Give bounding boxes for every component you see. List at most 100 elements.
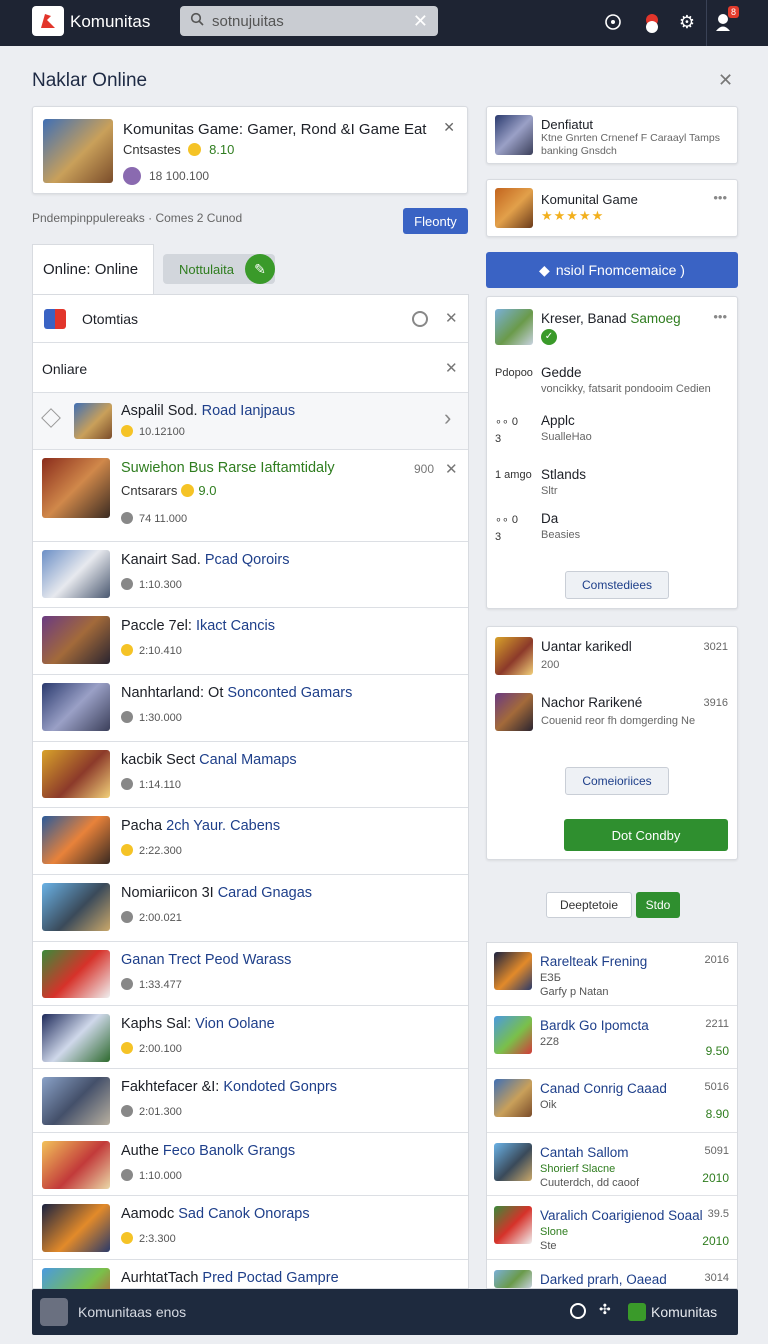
more-icon[interactable]: ••• xyxy=(713,190,727,205)
game-list-row[interactable]: Kaphs Sal: Vion Oolane 2:00.100 xyxy=(32,1006,468,1069)
chevron-right-icon[interactable]: › xyxy=(444,405,451,431)
game-title-name: Ganan Trect Peod Warass xyxy=(121,952,292,968)
app-logo-icon[interactable] xyxy=(32,6,64,36)
filter-button[interactable]: Fleonty xyxy=(403,208,468,234)
filter-row-onliare[interactable]: Onliare ✕ xyxy=(32,343,468,393)
community-icon[interactable] xyxy=(628,1303,646,1321)
game-subtitle-line: Cntsarars 9.0 xyxy=(121,483,216,498)
game-list-row[interactable]: Ganan Trect Peod Warass 1:33.477 xyxy=(32,942,468,1006)
game-list-row[interactable]: Aamodc Sad Canok Onoraps 2:3.300 xyxy=(32,1196,468,1260)
game-meta-line: 2:10.410 xyxy=(121,644,182,657)
game-rating: 9.0 xyxy=(198,483,217,498)
status-icon xyxy=(121,911,133,923)
clear-search-icon[interactable]: ✕ xyxy=(413,11,428,32)
status-icon xyxy=(121,578,133,590)
game-title: Suwiehon Bus Rarse Iaftamtidaly xyxy=(121,460,335,476)
action-button[interactable]: ◆ nsiol Fnomcemaice ) xyxy=(486,252,738,288)
search-input[interactable]: sotnujuitas ✕ xyxy=(180,6,438,36)
side-list-item[interactable]: Bardk Go Ipomcta 2Z8 2211 9.50 xyxy=(486,1006,738,1069)
filter-row-otomtias[interactable]: Otomtias ✕ xyxy=(32,294,468,343)
game-meta-line: 10.12100 xyxy=(121,425,185,438)
game-list-row[interactable]: Authe Feco Banolk Grangs 1:10.000 xyxy=(32,1133,468,1196)
side-list-title: Cantah Sallom xyxy=(540,1145,629,1160)
info-icon[interactable] xyxy=(570,1303,586,1319)
bottom-bar-right-label[interactable]: Komunitas xyxy=(651,1304,717,1320)
toggle-icon[interactable] xyxy=(412,311,428,327)
details-row-key: ∘∘ 0 xyxy=(495,416,518,428)
game-list-row[interactable]: Fakhtefacer &I: Kondoted Gonprs 2:01.300 xyxy=(32,1069,468,1133)
game-title: Kaphs Sal: Vion Oolane xyxy=(121,1016,275,1032)
side-list-number: 3014 xyxy=(704,1272,729,1284)
side-list-item[interactable]: Darked prarh, Oaead 3014 xyxy=(486,1260,738,1290)
close-icon[interactable]: ✕ xyxy=(445,460,458,478)
details-row-key2: 3 xyxy=(495,531,502,543)
rankings-button[interactable]: Comeioriices xyxy=(565,767,669,795)
pager-button[interactable]: Deeptetoie xyxy=(546,892,632,918)
side-card-title: Komunital Game xyxy=(541,192,638,207)
game-thumbnail xyxy=(42,883,110,931)
side-card-komunital[interactable]: Komunital Game ★★★★★ ••• xyxy=(486,179,738,237)
close-icon[interactable]: ✕ xyxy=(445,359,458,377)
side-list-item[interactable]: Varalich Coarigienod Soaal Slone Ste 39.5 20… xyxy=(486,1196,738,1260)
game-title: kacbik Sect Canal Mamaps xyxy=(121,752,297,768)
featured-game-card[interactable]: Komunitas Game: Gamer, Rond &I Game Eat … xyxy=(32,106,468,194)
status-icon xyxy=(121,1169,133,1181)
side-list-number: 5016 xyxy=(704,1081,729,1093)
star-icons: ★★★★★ xyxy=(541,208,605,223)
game-meta: 74 11.000 xyxy=(139,513,188,525)
diamond-icon[interactable] xyxy=(41,408,61,428)
close-icon[interactable]: ✕ xyxy=(445,309,458,327)
game-title-prefix: Paccle 7el: xyxy=(121,618,196,634)
side-card-denfiatut[interactable]: Denfiatut Ktne Gnrten Crnenef F Caraayl … xyxy=(486,106,738,164)
game-list-row[interactable]: › Aspalil Sod. Road Ianjpaus 10.12100 xyxy=(32,393,468,450)
side-list-thumbnail xyxy=(494,1079,532,1117)
green-action-button[interactable]: Dot Condby xyxy=(564,819,728,851)
side-list-thumbnail xyxy=(494,1270,532,1288)
share-icon[interactable]: ✣ xyxy=(599,1301,611,1318)
clock-icon[interactable] xyxy=(601,10,625,34)
close-icon[interactable]: ✕ xyxy=(443,119,455,136)
game-list-row[interactable]: Pacha 2ch Yaur. Cabens 2:22.300 xyxy=(32,808,468,875)
settings-gear-icon[interactable]: ⚙ xyxy=(675,10,699,34)
side-list-item[interactable]: Cantah Sallom Shorierf Slacne Cuuterdch, d… xyxy=(486,1133,738,1196)
game-list-row[interactable]: Suwiehon Bus Rarse Iaftamtidaly Cntsarars… xyxy=(32,450,468,542)
status-icon xyxy=(121,644,133,656)
pager-active-button[interactable]: Stdo xyxy=(636,892,680,918)
featured-rating: 8.10 xyxy=(209,142,235,157)
side-list-price: 8.90 xyxy=(705,1107,729,1121)
game-title: Kanairt Sad. Pcad Qoroirs xyxy=(121,552,289,568)
rank-title[interactable]: Uantar karikedl xyxy=(541,639,632,654)
side-list-item[interactable]: Rarelteak Frening ЕЗБ Garfy p Natan 2016 xyxy=(486,942,738,1006)
brand-name[interactable]: Komunitas xyxy=(70,12,150,32)
more-icon[interactable]: ••• xyxy=(713,309,727,324)
rank-title[interactable]: Nachor Rarikené xyxy=(541,695,642,710)
tag-icon: ◆ xyxy=(539,261,550,278)
tab-nottulaita[interactable]: Nottulaita ✎ xyxy=(163,254,275,284)
game-list-row[interactable]: Nomiariicon 3I Carad Gnagas 2:00.021 xyxy=(32,875,468,942)
featured-meta-line: 18 100.100 xyxy=(123,167,209,185)
featured-subtitle: Cntsastes xyxy=(123,142,181,157)
close-icon[interactable]: ✕ xyxy=(718,70,733,91)
user-avatar[interactable] xyxy=(40,1298,68,1326)
status-icon xyxy=(121,844,133,856)
game-meta-line: 1:14.110 xyxy=(121,778,181,791)
side-list-item[interactable]: Canad Conrig Caaad Oik 5016 8.90 xyxy=(486,1069,738,1133)
side-card-title: Denfiatut xyxy=(541,117,594,132)
game-list-row[interactable]: Nanhtarland: Ot Sonconted Gamars 1:30.000 xyxy=(32,675,468,742)
game-title: AurhtatTach Pred Poctad Gampre xyxy=(121,1270,339,1286)
game-list-row[interactable]: AurhtatTach Pred Poctad Gampre xyxy=(32,1260,468,1316)
page-title: Naklar Online xyxy=(32,70,148,91)
details-row-key2: 3 xyxy=(495,433,502,445)
side-card-line2: banking Gnsdch xyxy=(541,145,617,157)
search-icon xyxy=(190,12,204,31)
game-list-row[interactable]: Kanairt Sad. Pcad Qoroirs 1:10.300 xyxy=(32,542,468,608)
notification-avatar-icon[interactable] xyxy=(640,10,664,34)
details-row-sub: voncikky, fatsarit pondooim Cedien xyxy=(541,383,711,395)
side-list-title: Varalich Coarigienod Soaal xyxy=(540,1208,703,1223)
game-title-prefix: Aamodc xyxy=(121,1206,179,1222)
details-button[interactable]: Comstediees xyxy=(565,571,669,599)
tab-online[interactable]: Online: Online xyxy=(32,244,154,294)
game-list-row[interactable]: Paccle 7el: Ikact Cancis 2:10.410 xyxy=(32,608,468,675)
game-meta: 10.12100 xyxy=(139,426,185,438)
game-list-row[interactable]: kacbik Sect Canal Mamaps 1:14.110 xyxy=(32,742,468,808)
